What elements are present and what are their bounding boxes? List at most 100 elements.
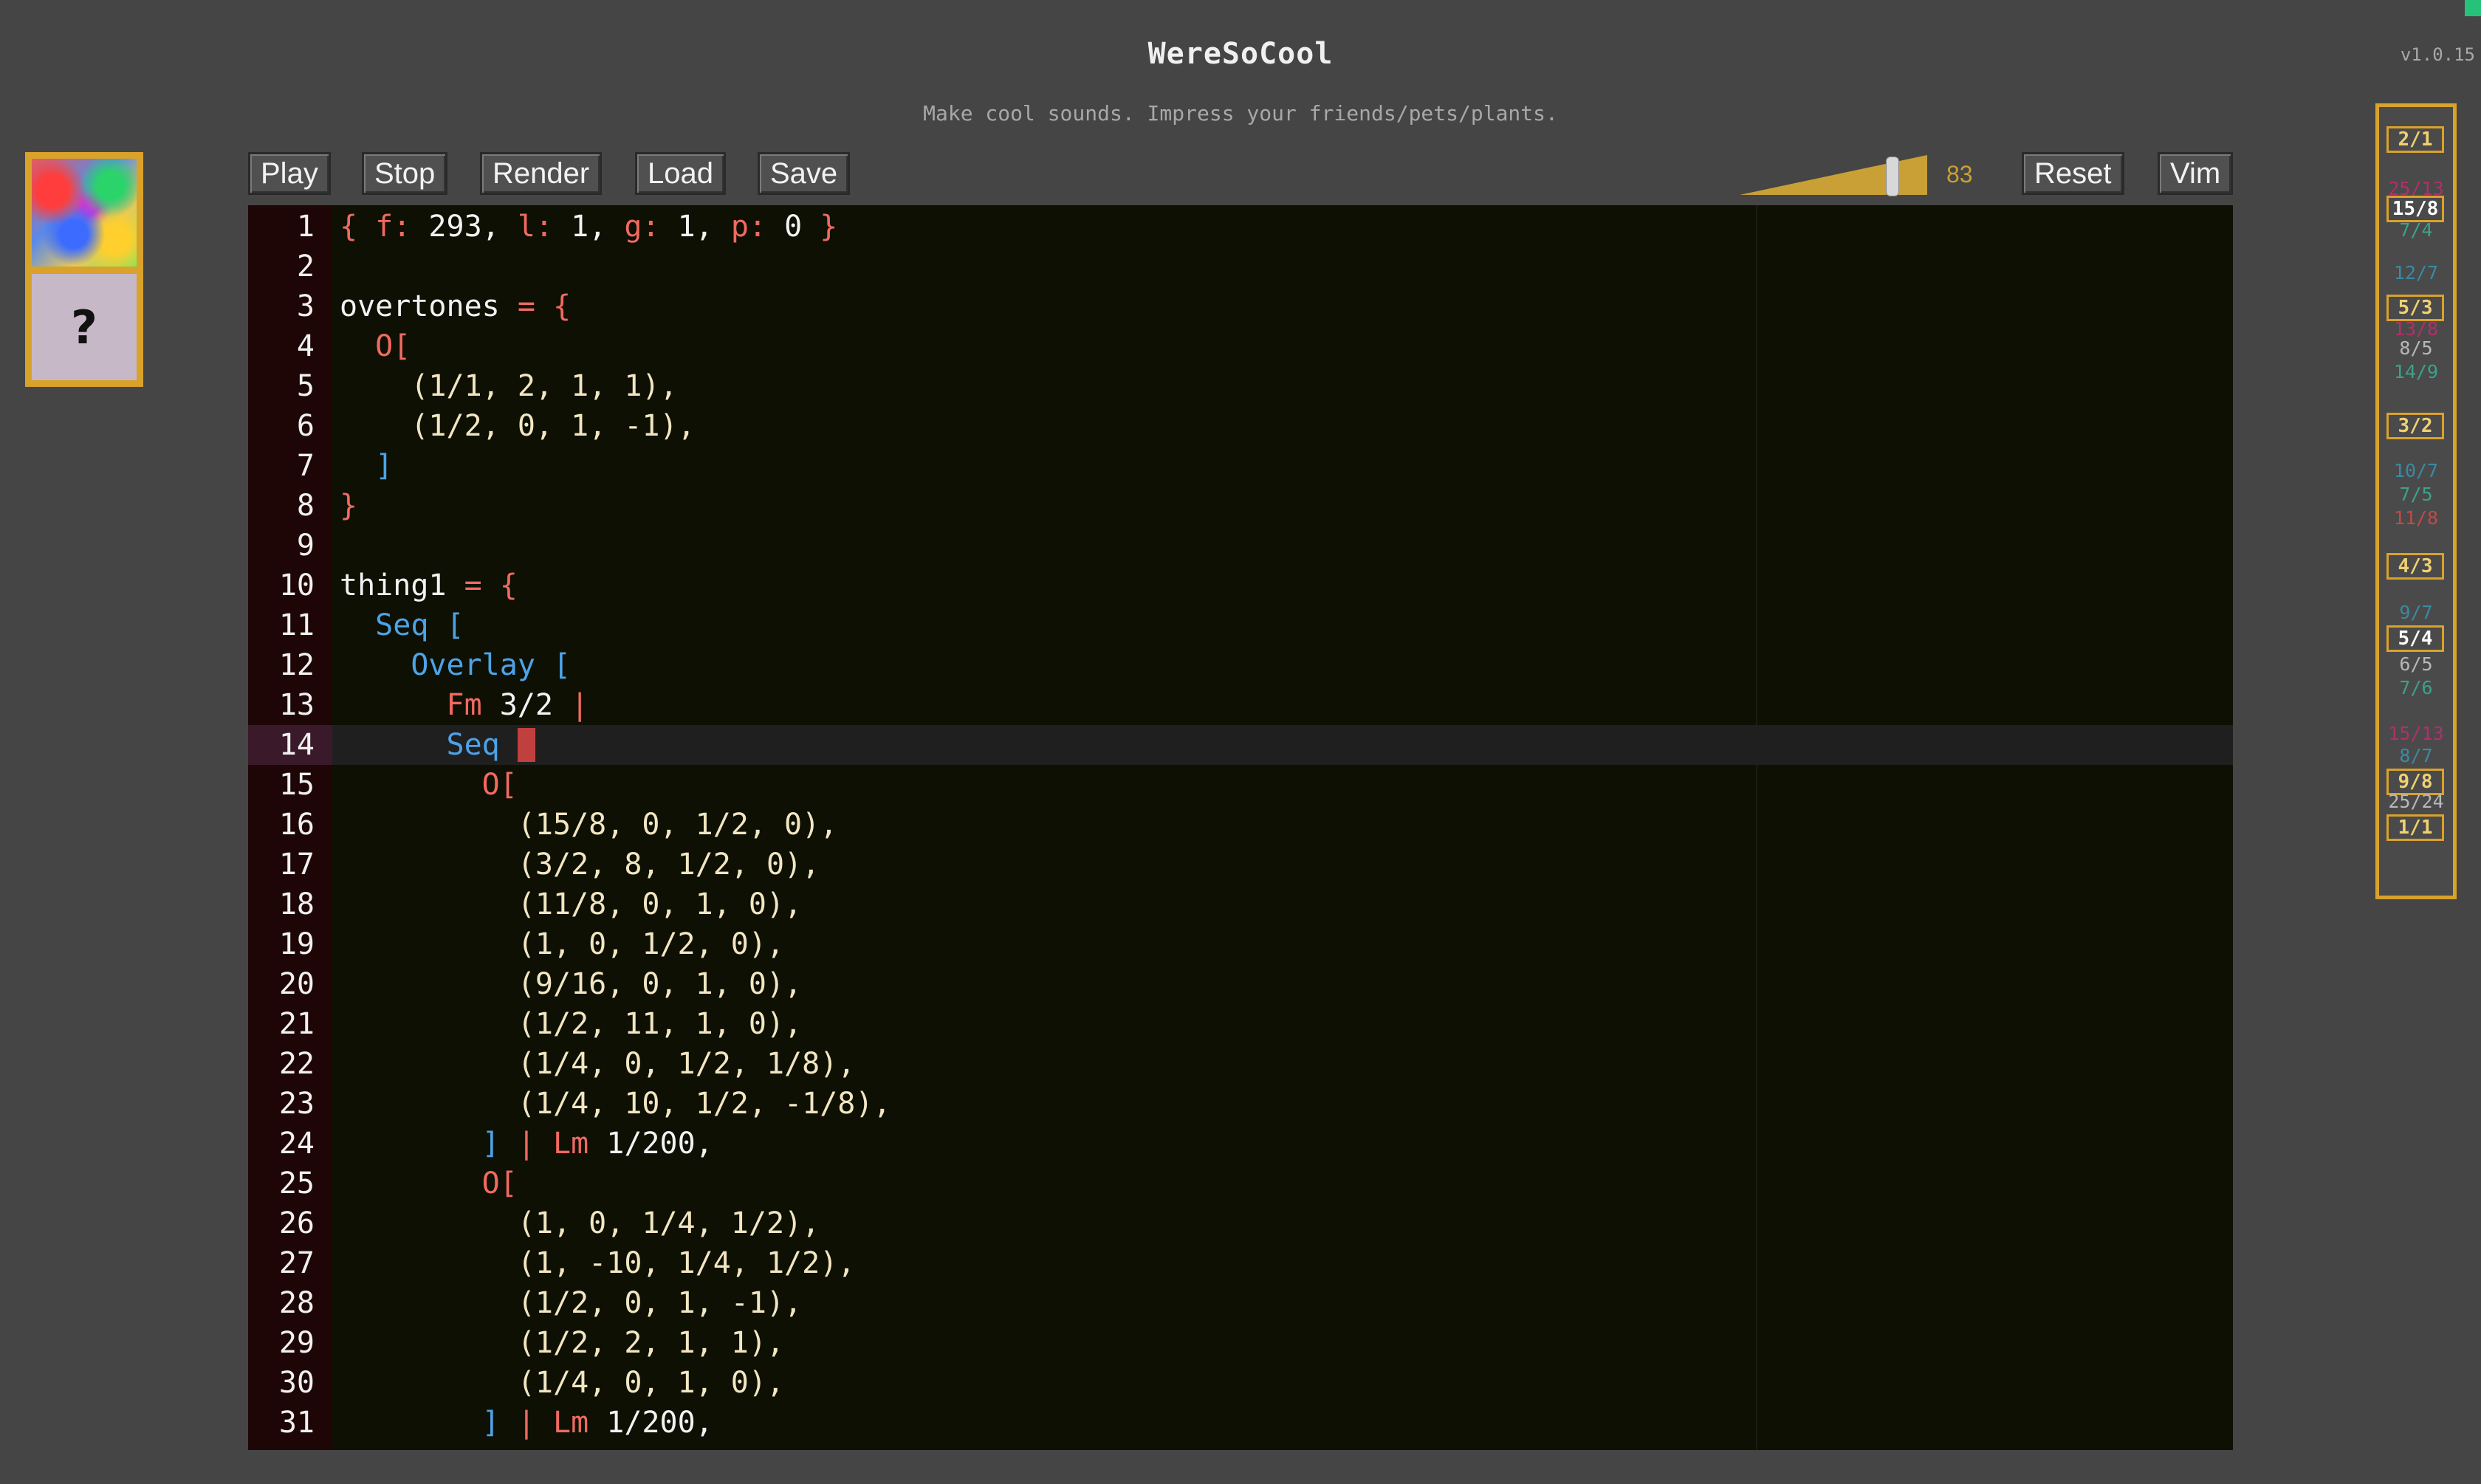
code-line[interactable]: 10 thing1 = { [248,566,2233,605]
line-number: 25 [278,1167,315,1200]
ratio-marker: 8/7 [2399,745,2433,766]
code-line[interactable]: 14 Seq [ [248,725,2233,765]
code-token: (1, 0, 1/2, 0), [340,927,785,961]
code-token: thing1 [340,568,464,602]
code-line[interactable]: 23 (1/4, 10, 1/2, -1/8), [248,1084,2233,1124]
vim-toggle-button[interactable]: Vim [2158,152,2234,195]
code-line[interactable]: 21 (1/2, 11, 1, 0), [248,1004,2233,1044]
code-token: O[ [481,768,518,802]
code-text: O[ [340,1164,518,1203]
code-token: (15/8, 0, 1/2, 0), [340,808,838,842]
volume-slider-thumb[interactable] [1886,157,1899,196]
code-line[interactable]: 22 (1/4, 0, 1/2, 1/8), [248,1044,2233,1084]
code-text: (1/4, 0, 1, 0), [340,1363,784,1403]
code-token: ] [375,449,394,483]
code-token: 1/200, [588,1406,713,1440]
code-line[interactable]: 24 ] | Lm 1/200, [248,1124,2233,1164]
save-button[interactable]: Save [758,152,851,195]
code-text: O[ [340,765,518,805]
code-line[interactable]: 26 (1, 0, 1/4, 1/2), [248,1203,2233,1243]
code-line[interactable]: 20 (9/16, 0, 1, 0), [248,964,2233,1004]
code-token: ] [481,1406,500,1440]
code-line[interactable]: 18 (11/8, 0, 1, 0), [248,884,2233,924]
code-line[interactable]: 3 overtones = { [248,286,2233,326]
line-number: 14 [278,728,315,762]
ratio-marker: 5/4 [2386,625,2444,652]
load-button[interactable]: Load [635,152,726,195]
code-text: (1, 0, 1/4, 1/2), [340,1203,820,1243]
code-token: } [340,489,358,523]
code-line[interactable]: 5 (1/1, 2, 1, 1), [248,366,2233,406]
code-line[interactable]: 9 [248,526,2233,566]
code-text: Overlay [ [340,645,571,685]
code-token: (11/8, 0, 1, 0), [340,887,803,921]
code-line[interactable]: 13 Fm 3/2 | [248,685,2233,725]
line-number: 12 [278,648,315,682]
ratio-marker: 7/5 [2399,484,2433,505]
code-line[interactable]: 8} [248,486,2233,526]
code-line[interactable]: 4 O[ [248,326,2233,366]
ratio-marker: 8/5 [2399,337,2433,359]
code-line[interactable]: 7 ] [248,446,2233,486]
code-line[interactable]: 6 (1/2, 0, 1, -1), [248,406,2233,446]
reset-button[interactable]: Reset [2022,152,2124,195]
code-line[interactable]: 1 { f: 293, l: 1, g: 1, p: 0 } [248,207,2233,247]
code-token: overtones [340,289,518,323]
code-text: { f: 293, l: 1, g: 1, p: 0 } [340,207,837,247]
code-text: (1, -10, 1/4, 1/2), [340,1243,856,1283]
line-number: 28 [278,1286,315,1320]
code-token: = { [464,568,518,602]
help-button[interactable]: ? [32,274,137,380]
code-line[interactable]: 28 (1/2, 0, 1, -1), [248,1283,2233,1323]
code-token: l: [517,210,554,244]
code-line[interactable]: 15 O[ [248,765,2233,805]
line-number: 7 [296,449,315,483]
ratio-marker: 25/24 [2388,791,2444,812]
code-text: ] | Lm 1/200, [340,1403,713,1443]
line-number: 30 [278,1366,315,1400]
code-token: (1/4, 0, 1, 0), [340,1366,785,1400]
code-editor[interactable]: 1 { f: 293, l: 1, g: 1, p: 0 } 2 3 overtones… [248,205,2233,1450]
code-token: Fm [446,688,482,722]
code-text: ] [340,446,393,486]
code-token: g: [624,210,660,244]
code-text: ] | Lm 1/200, [340,1124,713,1164]
code-line[interactable]: 31 ] | Lm 1/200, [248,1403,2233,1443]
code-line[interactable]: 16 (15/8, 0, 1/2, 0), [248,805,2233,845]
code-line[interactable]: 2 [248,247,2233,286]
code-line[interactable]: 27 (1, -10, 1/4, 1/2), [248,1243,2233,1283]
code-line[interactable]: 17 (3/2, 8, 1/2, 0), [248,845,2233,884]
stop-button[interactable]: Stop [362,152,448,195]
code-line[interactable]: 12 Overlay [ [248,645,2233,685]
code-text: (15/8, 0, 1/2, 0), [340,805,837,845]
line-number: 29 [278,1326,315,1360]
render-button[interactable]: Render [480,152,603,195]
code-token: = { [517,289,572,323]
code-line[interactable]: 30 (1/4, 0, 1, 0), [248,1363,2233,1403]
code-token: (1/1, 2, 1, 1), [340,369,678,403]
line-number: 1 [296,210,315,244]
code-line[interactable]: 11 Seq [ [248,605,2233,645]
text-cursor: [ [517,728,535,762]
code-text: O[ [340,326,411,366]
line-number: 27 [278,1246,315,1280]
line-number: 26 [278,1206,315,1240]
version-label: v1.0.15 [2400,44,2475,65]
code-line[interactable]: 25 O[ [248,1164,2233,1203]
code-line[interactable]: 29 (1/2, 2, 1, 1), [248,1323,2233,1363]
code-text: Seq [ [340,605,464,645]
code-text: (3/2, 8, 1/2, 0), [340,845,820,884]
visualization-thumbnail[interactable] [32,159,137,267]
volume-slider[interactable] [1740,154,1932,198]
code-line[interactable]: 19 (1, 0, 1/2, 0), [248,924,2233,964]
play-button[interactable]: Play [248,152,331,195]
code-text: } [340,486,357,526]
code-token: | [571,688,589,722]
ratio-marker: 9/7 [2399,602,2433,623]
